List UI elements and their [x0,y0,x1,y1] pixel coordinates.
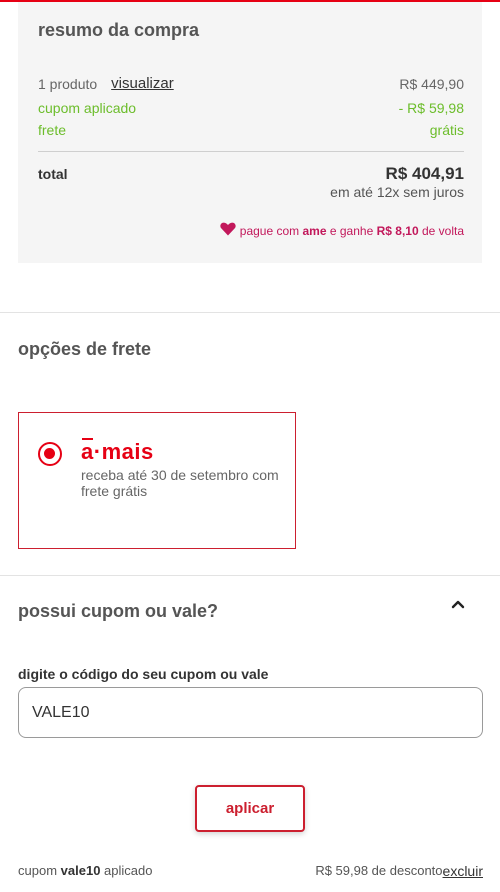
ame-middle: e ganhe [329,223,374,238]
apply-coupon-button[interactable]: aplicar [195,785,305,832]
logo-word: mais [101,439,154,464]
summary-title: resumo da compra [38,20,200,40]
ame-mais-logo: a·mais [81,438,154,465]
shipping-option-radio[interactable] [38,442,62,466]
logo-dot: · [93,439,102,464]
logo-letter: a [81,438,94,464]
coupon-section-title[interactable]: possui cupom ou vale? [18,601,218,622]
section-divider [0,575,500,576]
shipping-option-description: receba até 30 de setembro com frete grát… [81,467,279,499]
ame-prefix: pague com [239,223,300,238]
remove-coupon-link[interactable]: excluir [443,863,483,879]
coupon-discount-info: R$ 59,98 de desconto excluir [315,863,483,879]
coupon-code-input[interactable] [18,687,483,738]
shipping-value: grátis [429,122,464,138]
ame-amount: R$ 8,10 [376,223,419,238]
applied-code: vale10 [60,863,101,878]
applied-suffix: aplicado [104,863,153,878]
installments-text: em até 12x sem juros [330,184,464,200]
products-subtotal: R$ 449,90 [399,75,464,92]
heart-icon [220,222,236,239]
shipping-option-card[interactable]: a·mais receba até 30 de setembro com fre… [18,412,296,549]
ame-cashback: pague com ame e ganhe R$ 8,10 de volta [220,222,464,239]
total-value: R$ 404,91 [385,164,464,183]
shipping-options-title: opções de frete [18,339,152,359]
shipping-label: frete [38,122,67,138]
total-label: total [38,166,68,182]
coupon-row: cupom aplicado - R$ 59,98 [38,100,464,116]
coupon-field-label: digite o código do seu cupom ou vale [18,666,269,682]
view-products-link[interactable]: visualizar [111,75,174,92]
summary-divider [38,151,464,152]
chevron-up-icon[interactable] [451,597,465,609]
order-summary: resumo da compra 1 produto visualizar R$… [18,2,482,263]
shipping-row: frete grátis [38,122,464,138]
section-divider [0,312,500,313]
coupon-discount-value: - R$ 59,98 [398,100,464,116]
coupon-applied-label: cupom aplicado [38,100,137,116]
products-row: 1 produto visualizar R$ 449,90 [38,75,464,92]
products-count: 1 produto [38,75,98,92]
ame-brand: ame [302,223,327,238]
discount-text: R$ 59,98 de desconto [315,863,443,878]
ame-suffix: de volta [421,223,464,238]
coupon-applied-status: cupom vale10 aplicado [18,863,152,878]
applied-prefix: cupom [18,863,58,878]
